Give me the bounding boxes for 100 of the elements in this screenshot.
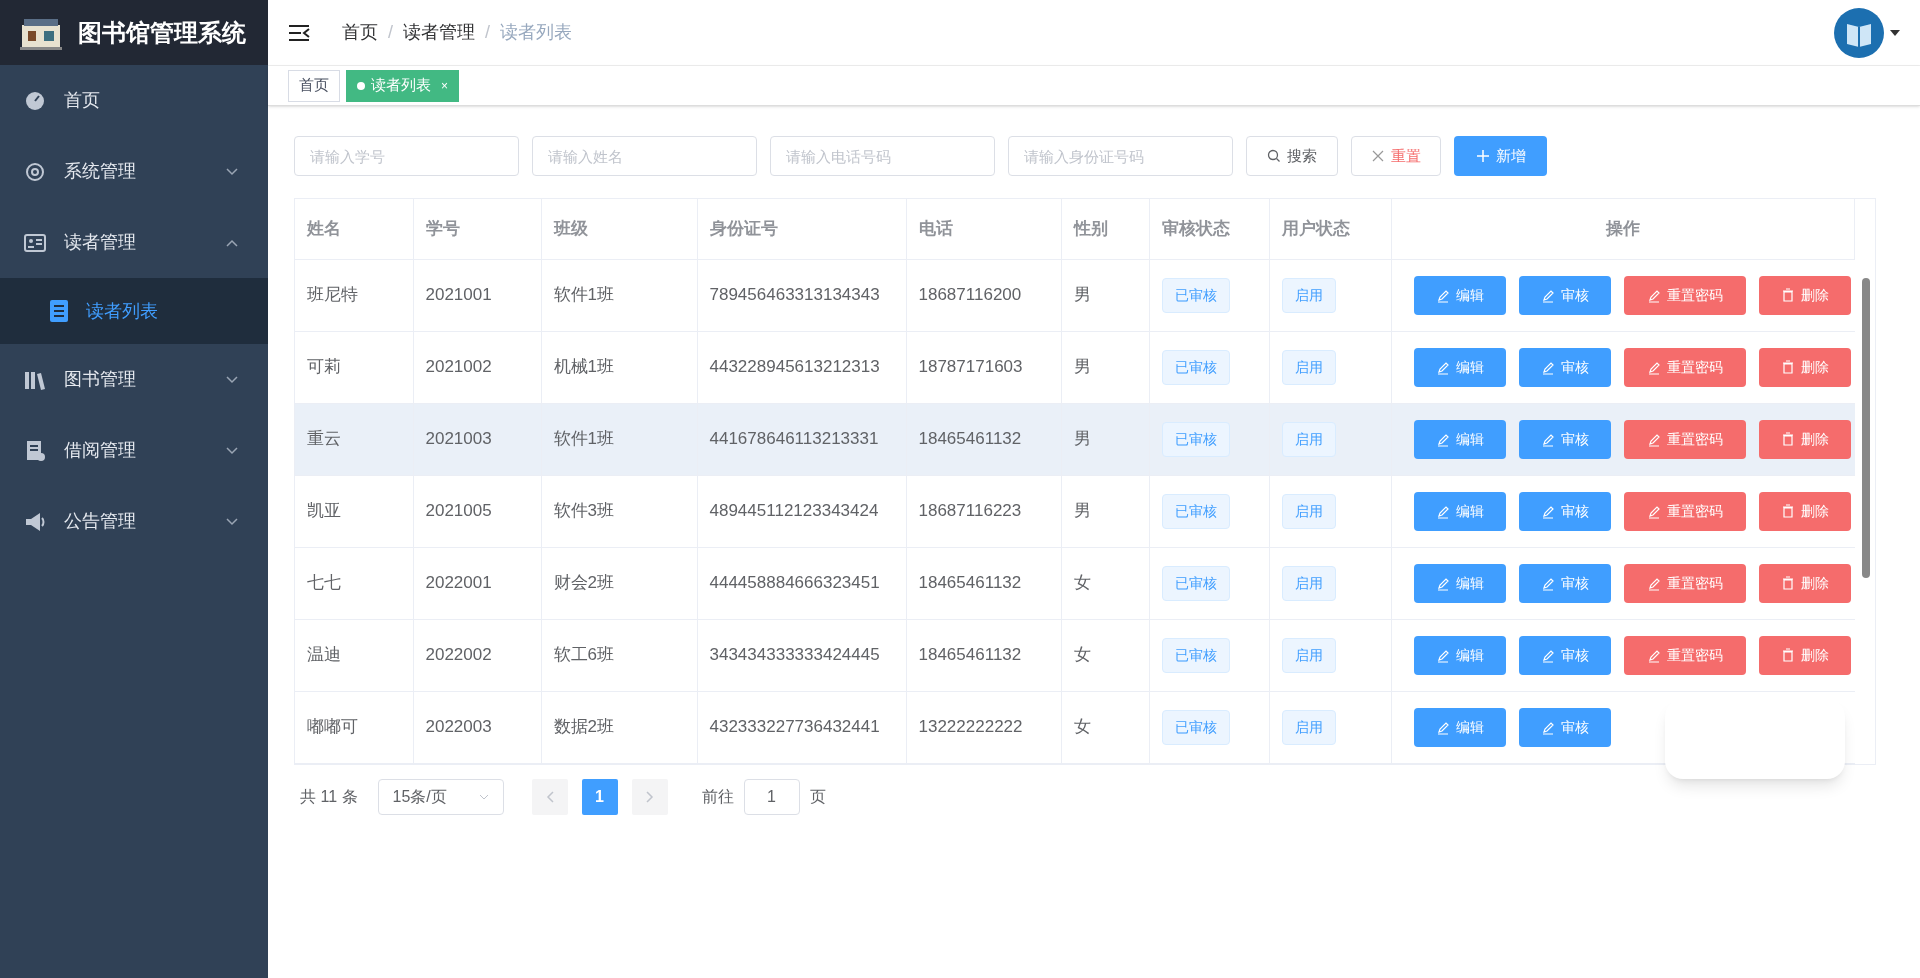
gauge-icon xyxy=(24,89,46,112)
settings-icon xyxy=(24,160,46,183)
action-button[interactable]: 编辑 xyxy=(1413,347,1506,387)
action-button[interactable]: 重置密码 xyxy=(1623,563,1746,603)
input-field[interactable]: 请输入学号 xyxy=(294,136,519,176)
table-cell: 2022001 xyxy=(425,573,492,593)
action-button[interactable]: 编辑 xyxy=(1413,275,1506,315)
table-cell: 2021002 xyxy=(425,357,492,377)
action-button[interactable]: 删除 xyxy=(1758,491,1851,531)
chevron-down-icon xyxy=(226,446,238,455)
action-button[interactable]: 删除 xyxy=(1758,347,1851,387)
table-cell: 软件1班 xyxy=(553,429,614,449)
action-button[interactable]: 编辑 xyxy=(1413,491,1506,531)
action-button[interactable]: 重置密码 xyxy=(1623,491,1746,531)
column-header: 操作 xyxy=(1605,219,1640,238)
status-tag: 启用 xyxy=(1281,421,1336,457)
column-header: 性别 xyxy=(1073,219,1108,238)
input-field[interactable]: 请输入电话号码 xyxy=(770,136,995,176)
sidebar-item[interactable]: 系统管理 xyxy=(0,136,268,207)
menu-label: 读者列表 xyxy=(86,299,158,323)
page-size-select[interactable]: 15条/页 xyxy=(377,778,504,815)
action-button[interactable]: 重置密码 xyxy=(1623,635,1746,675)
status-tag: 已审核 xyxy=(1161,709,1230,745)
sidebar-item[interactable]: 借阅管理 xyxy=(0,415,268,486)
status-tag: 启用 xyxy=(1281,277,1336,313)
action-button[interactable]: 编辑 xyxy=(1413,707,1506,747)
action-button[interactable]: 审核 xyxy=(1518,419,1611,459)
column-header: 学号 xyxy=(425,219,460,238)
page-input[interactable]: 1 xyxy=(743,778,800,815)
action-button[interactable]: 编辑 xyxy=(1413,563,1506,603)
breadcrumb-item[interactable]: 读者管理 xyxy=(403,19,475,46)
action-button[interactable]: 删除 xyxy=(1758,275,1851,315)
status-tag: 启用 xyxy=(1281,493,1336,529)
menu-label: 借阅管理 xyxy=(64,439,136,462)
action-button[interactable]: 审核 xyxy=(1518,635,1611,675)
action-button[interactable]: 删除 xyxy=(1758,419,1851,459)
chevron-down-icon xyxy=(226,517,238,526)
action-button[interactable]: 删除 xyxy=(1758,635,1851,675)
status-tag: 已审核 xyxy=(1161,565,1230,601)
status-tag: 启用 xyxy=(1281,637,1336,673)
status-tag: 已审核 xyxy=(1161,493,1230,529)
menu-fold-icon[interactable] xyxy=(288,23,310,42)
button[interactable]: 搜索 xyxy=(1246,136,1338,176)
table-cell: 2021001 xyxy=(425,285,492,305)
table-cell: 789456463313134343 xyxy=(709,285,880,305)
table-cell: 18687116223 xyxy=(918,501,1022,521)
tab[interactable]: 读者列表 × xyxy=(346,69,459,102)
table-cell: 财会2班 xyxy=(553,573,614,593)
action-button[interactable]: 重置密码 xyxy=(1623,275,1746,315)
status-tag: 已审核 xyxy=(1161,349,1230,385)
table-cell: 489445112123343424 xyxy=(709,501,879,521)
button[interactable]: 重置 xyxy=(1351,136,1441,176)
sidebar-item[interactable]: 首页 xyxy=(0,65,268,136)
action-button[interactable]: 审核 xyxy=(1518,707,1611,747)
action-button[interactable]: 审核 xyxy=(1518,275,1611,315)
table-cell: 机械1班 xyxy=(553,357,614,377)
status-tag: 已审核 xyxy=(1161,637,1230,673)
table-cell: 男 xyxy=(1073,429,1091,449)
action-button[interactable]: 审核 xyxy=(1518,563,1611,603)
action-button[interactable]: 审核 xyxy=(1518,491,1611,531)
input-field[interactable]: 请输入身份证号码 xyxy=(1008,136,1233,176)
table-cell: 18687116200 xyxy=(918,285,1022,305)
action-button[interactable]: 编辑 xyxy=(1413,635,1506,675)
table-cell: 2022003 xyxy=(425,717,492,737)
plus-icon xyxy=(1475,149,1490,163)
tab[interactable]: 首页 xyxy=(288,69,340,102)
chevron-down-icon xyxy=(226,375,238,384)
action-button[interactable]: 重置密码 xyxy=(1623,419,1746,459)
trash-icon xyxy=(1780,503,1795,519)
status-tag: 已审核 xyxy=(1161,421,1230,457)
caret-icon[interactable] xyxy=(1890,29,1900,36)
breadcrumb-item[interactable]: 首页 xyxy=(342,19,378,46)
table-cell: 13222222222 xyxy=(918,717,1023,737)
action-button[interactable]: 审核 xyxy=(1518,347,1611,387)
page-button[interactable]: 1 xyxy=(581,778,618,815)
action-button[interactable]: 编辑 xyxy=(1413,419,1506,459)
table-cell: 343434333333424445 xyxy=(709,645,880,665)
chevron-right-icon xyxy=(645,790,654,803)
column-header: 用户状态 xyxy=(1281,219,1350,238)
sidebar-item[interactable]: 图书管理 xyxy=(0,344,268,415)
submenu-item[interactable]: 读者列表 xyxy=(0,278,268,344)
close-icon[interactable]: × xyxy=(441,76,448,95)
avatar-book-icon[interactable] xyxy=(1834,7,1884,58)
input-field[interactable]: 请输入姓名 xyxy=(532,136,757,176)
action-button[interactable]: 重置密码 xyxy=(1623,347,1746,387)
table-cell: 女 xyxy=(1073,573,1091,593)
menu-label: 图书管理 xyxy=(64,368,136,391)
trash-icon xyxy=(1780,287,1795,303)
trash-icon xyxy=(1780,647,1795,663)
sidebar-item[interactable]: 公告管理 xyxy=(0,486,268,557)
table-cell: 嘟嘟可 xyxy=(307,717,358,737)
status-tag: 已审核 xyxy=(1161,277,1230,313)
column-header: 电话 xyxy=(918,219,953,238)
action-button[interactable]: 删除 xyxy=(1758,563,1851,603)
button[interactable]: 新增 xyxy=(1454,136,1547,176)
trash-icon xyxy=(1780,431,1795,447)
sidebar-item[interactable]: 读者管理 xyxy=(0,207,268,278)
breadcrumb-separator: / xyxy=(388,21,393,44)
table-cell: 18787171603 xyxy=(918,357,1023,377)
status-tag: 启用 xyxy=(1281,349,1336,385)
